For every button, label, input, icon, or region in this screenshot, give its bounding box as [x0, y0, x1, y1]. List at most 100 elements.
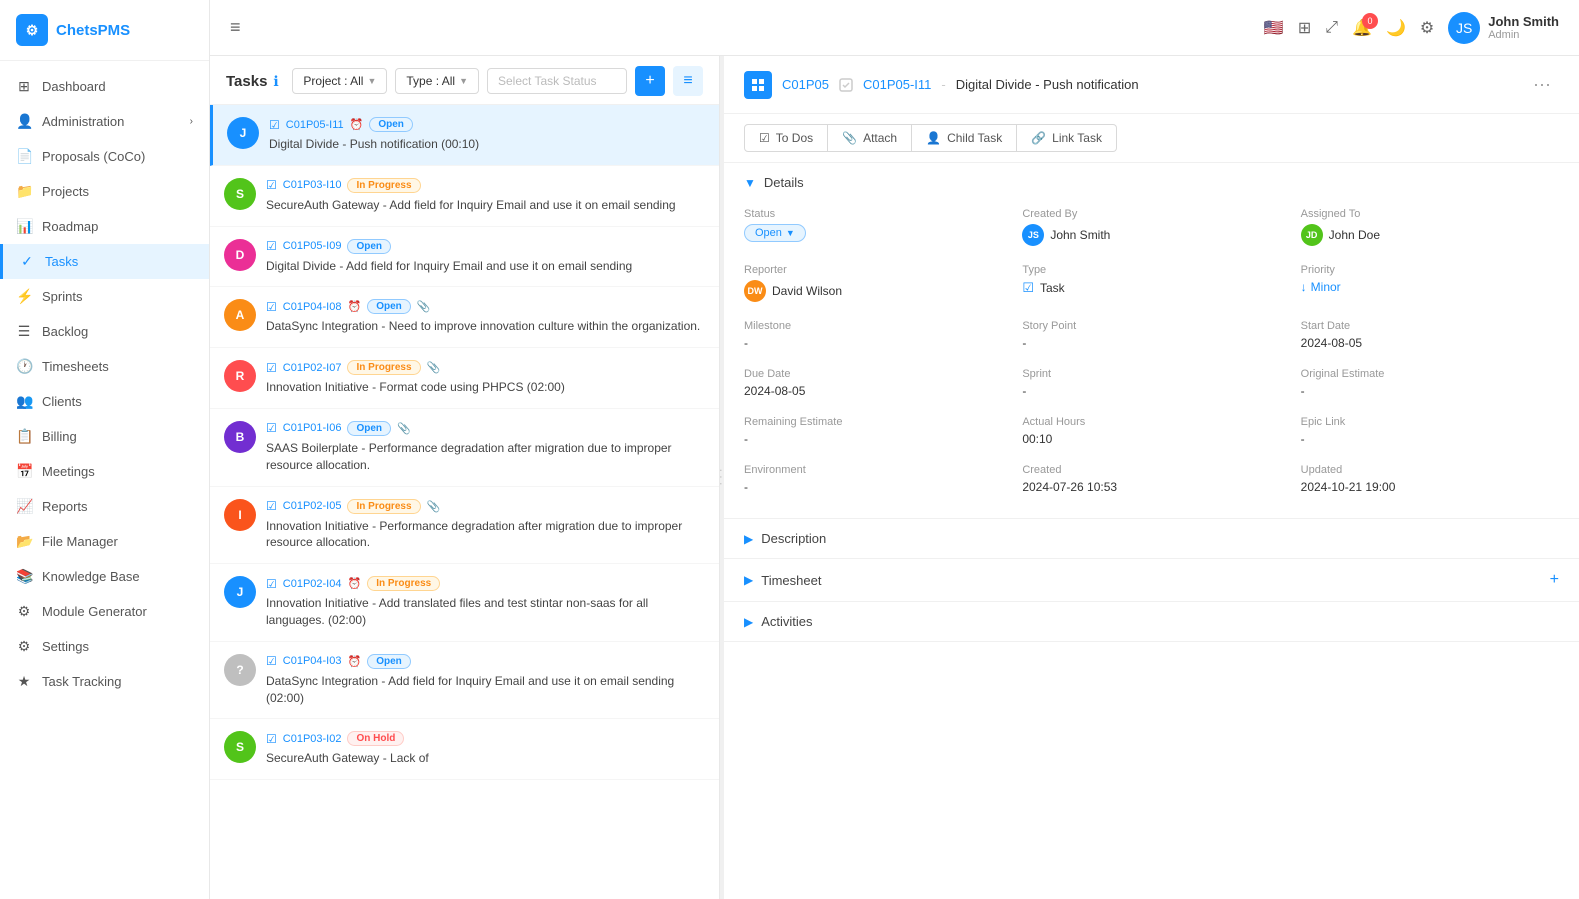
task-check-icon: ☑ — [266, 239, 277, 253]
sidebar-nav: ⊞ Dashboard 👤 Administration › 📄 Proposa… — [0, 61, 209, 899]
details-section-label: Details — [764, 175, 804, 190]
task-status-badge: In Progress — [367, 576, 440, 591]
task-item[interactable]: A ☑ C01P04-I08 ⏰ Open 📎 DataSync Integra… — [210, 287, 719, 348]
status-badge[interactable]: Open ▼ — [744, 224, 806, 242]
page-title: Tasks — [226, 73, 267, 90]
nav-arrow-administration: › — [190, 116, 193, 127]
sidebar-item-sprints[interactable]: ⚡ Sprints — [0, 279, 209, 314]
story-point-label: Story Point — [1022, 320, 1280, 332]
type-label: Type — [1022, 264, 1280, 276]
sidebar-item-tasks[interactable]: ✓ Tasks — [0, 244, 209, 279]
flag-icon[interactable]: 🇺🇸 — [1264, 18, 1284, 38]
task-item[interactable]: J ☑ C01P02-I04 ⏰ In Progress Innovation … — [210, 564, 719, 642]
description-section-header[interactable]: ▶ Description — [724, 519, 1579, 558]
list-view-button[interactable]: ≡ — [673, 66, 703, 96]
sidebar-item-meetings[interactable]: 📅 Meetings — [0, 454, 209, 489]
app-logo[interactable]: ⚙ ChetsPMS — [0, 0, 209, 61]
tab-todos[interactable]: ☑ To Dos — [744, 124, 828, 152]
sidebar-item-roadmap[interactable]: 📊 Roadmap — [0, 209, 209, 244]
tab-child-task[interactable]: 👤 Child Task — [912, 124, 1017, 152]
status-filter[interactable]: Select Task Status — [487, 68, 627, 94]
nav-label-settings: Settings — [42, 639, 89, 654]
task-title: Innovation Initiative - Format code usin… — [266, 379, 705, 396]
type-filter[interactable]: Type : All ▼ — [395, 68, 479, 94]
task-item[interactable]: B ☑ C01P01-I06 Open 📎 SAAS Boilerplate -… — [210, 409, 719, 487]
task-meta: ☑ C01P03-I10 In Progress — [266, 178, 705, 193]
timesheet-add-icon[interactable]: + — [1550, 571, 1559, 589]
hamburger-icon[interactable]: ≡ — [230, 17, 241, 38]
task-clip-icon: 📎 — [427, 361, 441, 374]
sidebar-item-administration[interactable]: 👤 Administration › — [0, 104, 209, 139]
task-status-badge: Open — [367, 299, 411, 314]
sidebar-item-backlog[interactable]: ☰ Backlog — [0, 314, 209, 349]
task-content: ☑ C01P03-I02 On Hold SecureAuth Gateway … — [266, 731, 705, 767]
nav-icon-dashboard: ⊞ — [16, 78, 32, 95]
activities-section-header[interactable]: ▶ Activities — [724, 602, 1579, 641]
task-item[interactable]: D ☑ C01P05-I09 Open Digital Divide - Add… — [210, 227, 719, 288]
details-section-header[interactable]: ▼ Details — [724, 163, 1579, 202]
user-info: John Smith Admin — [1488, 14, 1559, 41]
sidebar-item-proposals[interactable]: 📄 Proposals (CoCo) — [0, 139, 209, 174]
environment-label: Environment — [744, 464, 1002, 476]
sidebar: ⚙ ChetsPMS ⊞ Dashboard 👤 Administration … — [0, 0, 210, 899]
tab-attach[interactable]: 📎 Attach — [828, 124, 912, 152]
page-info-icon[interactable]: ℹ — [273, 73, 278, 90]
project-filter[interactable]: Project : All ▼ — [292, 68, 387, 94]
status-text: Open — [755, 227, 782, 239]
nav-icon-projects: 📁 — [16, 183, 32, 200]
priority-label: Priority — [1301, 264, 1559, 276]
task-check-icon: ☑ — [266, 178, 277, 192]
sidebar-item-filemanager[interactable]: 📂 File Manager — [0, 524, 209, 559]
detail-project-code[interactable]: C01P05 — [782, 77, 829, 92]
task-content: ☑ C01P04-I08 ⏰ Open 📎 DataSync Integrati… — [266, 299, 705, 335]
grid-icon[interactable]: ⊞ — [1298, 18, 1311, 38]
epic-link-value: - — [1301, 432, 1559, 446]
sidebar-item-dashboard[interactable]: ⊞ Dashboard — [0, 69, 209, 104]
sidebar-item-reports[interactable]: 📈 Reports — [0, 489, 209, 524]
detail-header: C01P05 C01P05-I11 - Digital Divide - Pus… — [724, 56, 1579, 114]
sidebar-item-clients[interactable]: 👥 Clients — [0, 384, 209, 419]
fullscreen-icon[interactable]: ⤢ — [1325, 19, 1338, 37]
add-task-button[interactable]: + — [635, 66, 665, 96]
status-placeholder: Select Task Status — [498, 74, 597, 88]
task-item[interactable]: J ☑ C01P05-I11 ⏰ Open Digital Divide - P… — [210, 105, 719, 166]
sidebar-item-modulegenerator[interactable]: ⚙ Module Generator — [0, 594, 209, 629]
task-item[interactable]: S ☑ C01P03-I10 In Progress SecureAuth Ga… — [210, 166, 719, 227]
sidebar-item-timesheets[interactable]: 🕐 Timesheets — [0, 349, 209, 384]
details-section: ▼ Details Status Open ▼ — [724, 163, 1579, 519]
sidebar-item-settings[interactable]: ⚙ Settings — [0, 629, 209, 664]
task-status-badge: Open — [347, 421, 391, 436]
main-content: ≡ 🇺🇸 ⊞ ⤢ 🔔 0 🌙 ⚙ JS John Smith Admin — [210, 0, 1579, 899]
task-meta: ☑ C01P05-I09 Open — [266, 239, 705, 254]
sidebar-item-projects[interactable]: 📁 Projects — [0, 174, 209, 209]
bell-icon[interactable]: 🔔 0 — [1352, 18, 1372, 38]
task-meta: ☑ C01P05-I11 ⏰ Open — [269, 117, 705, 132]
task-title: DataSync Integration - Need to improve i… — [266, 318, 705, 335]
sidebar-item-billing[interactable]: 📋 Billing — [0, 419, 209, 454]
start-date-value: 2024-08-05 — [1301, 336, 1559, 350]
task-status-badge: On Hold — [347, 731, 404, 746]
settings-icon[interactable]: ⚙ — [1420, 18, 1434, 38]
priority-text: Minor — [1311, 280, 1341, 294]
task-item[interactable]: I ☑ C01P02-I05 In Progress 📎 Innovation … — [210, 487, 719, 565]
type-value: ☑ Task — [1022, 280, 1280, 296]
tasks-panel: Tasks ℹ Project : All ▼ Type : All ▼ Sel… — [210, 56, 720, 899]
tab-link-task[interactable]: 🔗 Link Task — [1017, 124, 1117, 152]
task-item[interactable]: S ☑ C01P03-I02 On Hold SecureAuth Gatewa… — [210, 719, 719, 780]
timesheet-section-header[interactable]: ▶ Timesheet + — [724, 559, 1579, 601]
dark-mode-icon[interactable]: 🌙 — [1386, 18, 1406, 38]
status-field: Status Open ▼ — [744, 208, 1002, 246]
sprint-label: Sprint — [1022, 368, 1280, 380]
task-item[interactable]: ? ☑ C01P04-I03 ⏰ Open DataSync Integrati… — [210, 642, 719, 720]
task-clip-icon: 📎 — [397, 422, 411, 435]
user-avatar-area[interactable]: JS John Smith Admin — [1448, 12, 1559, 44]
sidebar-item-knowledgebase[interactable]: 📚 Knowledge Base — [0, 559, 209, 594]
task-item[interactable]: R ☑ C01P02-I07 In Progress 📎 Innovation … — [210, 348, 719, 409]
todos-label: To Dos — [776, 131, 813, 145]
nav-label-billing: Billing — [42, 429, 77, 444]
sidebar-item-tasktracking[interactable]: ★ Task Tracking — [0, 664, 209, 699]
user-name: John Smith — [1488, 14, 1559, 29]
detail-more-button[interactable]: ··· — [1525, 70, 1559, 99]
task-title: Digital Divide - Add field for Inquiry E… — [266, 258, 705, 275]
topbar: ≡ 🇺🇸 ⊞ ⤢ 🔔 0 🌙 ⚙ JS John Smith Admin — [210, 0, 1579, 56]
